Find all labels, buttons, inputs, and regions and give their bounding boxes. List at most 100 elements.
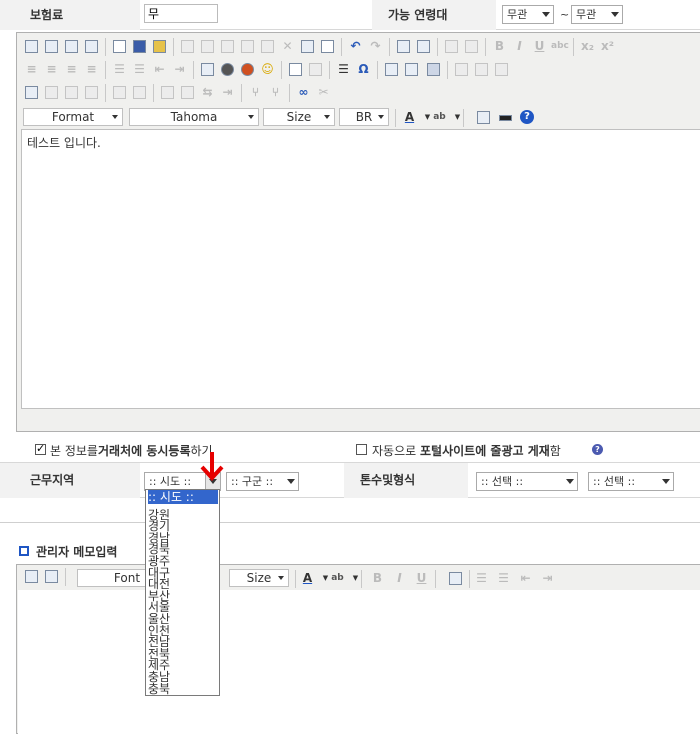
font-dropdown[interactable]: Tahoma [129, 108, 259, 126]
content-editing-area[interactable]: 테스트 입니다. [21, 129, 700, 409]
template-icon[interactable] [83, 38, 100, 55]
ordered-list-icon[interactable]: ☰ [111, 61, 128, 78]
chevron-down-icon[interactable]: ▼ [347, 570, 358, 587]
open-folder-icon[interactable] [151, 38, 168, 55]
cell-split-icon[interactable]: ⇆ [199, 84, 216, 101]
remove-format-icon[interactable] [443, 38, 460, 55]
table-edit-icon[interactable] [43, 84, 60, 101]
pay-select-2[interactable]: :: 선택 :: [588, 472, 674, 491]
form-icon[interactable] [403, 61, 420, 78]
special-char-icon[interactable]: Ω [355, 61, 372, 78]
sido-option[interactable]: 충북 [148, 682, 218, 695]
smiley-icon[interactable]: ☺ [259, 61, 276, 78]
cut-icon[interactable] [179, 38, 196, 55]
subscript-icon[interactable]: x₂ [579, 38, 596, 55]
row-delete-icon[interactable] [131, 84, 148, 101]
align-center-icon[interactable]: ≡ [43, 61, 60, 78]
new-page-icon[interactable] [111, 38, 128, 55]
help-icon[interactable]: ? [519, 109, 536, 126]
format-dropdown[interactable]: Format [23, 108, 123, 126]
table-props-icon[interactable] [473, 61, 490, 78]
media-icon[interactable] [239, 61, 256, 78]
bg-color-icon[interactable]: ab [329, 570, 346, 587]
table-cell-icon[interactable] [493, 61, 510, 78]
outdent-icon[interactable]: ⇤ [151, 61, 168, 78]
underline-icon[interactable]: U [413, 570, 430, 587]
cell-fork-icon[interactable]: ⑂ [267, 84, 284, 101]
delete-icon[interactable]: ✕ [279, 38, 296, 55]
italic-icon[interactable]: I [391, 570, 408, 587]
text-color-icon[interactable]: A [299, 570, 316, 587]
insurance-input[interactable] [144, 4, 218, 23]
copy-icon[interactable] [199, 38, 216, 55]
source-icon[interactable] [23, 38, 40, 55]
superscript-icon[interactable]: x² [599, 38, 616, 55]
chevron-down-icon[interactable]: ▼ [317, 570, 328, 587]
indent-icon[interactable]: ⇥ [539, 570, 556, 587]
gugun-select[interactable]: :: 구군 :: [226, 472, 299, 491]
paste-text-icon[interactable] [239, 38, 256, 55]
cell-merge-icon[interactable]: ⇥ [219, 84, 236, 101]
show-blocks-icon[interactable] [497, 109, 514, 126]
align-left-icon[interactable]: ≡ [23, 61, 40, 78]
memo-size-dropdown[interactable]: Size [229, 569, 289, 587]
outdent-icon[interactable]: ⇤ [517, 570, 534, 587]
table-icon[interactable] [23, 84, 40, 101]
replace-icon[interactable] [415, 38, 432, 55]
memo-editing-area[interactable] [18, 590, 700, 740]
eraser-icon[interactable] [319, 38, 336, 55]
age-from-select[interactable]: 무관 [502, 5, 554, 24]
print-icon[interactable] [63, 38, 80, 55]
ordered-list-icon[interactable]: ☰ [473, 570, 490, 587]
bg-color-icon[interactable]: ab [431, 109, 448, 126]
pay-select-1[interactable]: :: 선택 :: [476, 472, 578, 491]
sido-option[interactable]: :: 시도 :: [148, 490, 218, 504]
flash-icon[interactable] [219, 61, 236, 78]
preview-icon[interactable] [43, 38, 60, 55]
paste-word-icon[interactable] [259, 38, 276, 55]
select-all-icon[interactable] [299, 38, 316, 55]
italic-icon[interactable]: I [511, 38, 528, 55]
underline-icon[interactable]: U [531, 38, 548, 55]
table-delete-icon[interactable] [453, 61, 470, 78]
align-right-icon[interactable]: ≡ [63, 61, 80, 78]
help-icon[interactable]: ? [592, 444, 603, 455]
clear-style-icon[interactable] [463, 38, 480, 55]
link-icon[interactable]: ∞ [295, 84, 312, 101]
align-justify-icon[interactable]: ≡ [83, 61, 100, 78]
textarea-icon[interactable] [307, 61, 324, 78]
unlink-icon[interactable]: ✂ [315, 84, 332, 101]
strikethrough-icon[interactable]: abc [551, 38, 569, 55]
undo-icon[interactable]: ↶ [347, 38, 364, 55]
size-dropdown[interactable]: Size [263, 108, 335, 126]
style-dropdown[interactable]: BR [339, 108, 389, 126]
table-grid-icon[interactable] [425, 61, 442, 78]
image-icon[interactable] [199, 61, 216, 78]
bold-icon[interactable]: B [491, 38, 508, 55]
source-icon[interactable] [23, 568, 40, 585]
redo-icon[interactable]: ↷ [367, 38, 384, 55]
indent-icon[interactable]: ⇥ [171, 61, 188, 78]
chevron-down-icon[interactable]: ▼ [419, 109, 430, 126]
image-icon[interactable] [447, 570, 464, 587]
bullet-list-icon[interactable]: ☰ [131, 61, 148, 78]
age-to-select[interactable]: 무관 [571, 5, 623, 24]
cell-join-icon[interactable]: ⑂ [247, 84, 264, 101]
col-insert-icon[interactable] [159, 84, 176, 101]
portal-checkbox[interactable] [356, 444, 367, 455]
bullet-list-icon[interactable]: ☰ [495, 570, 512, 587]
div-container-icon[interactable] [383, 61, 400, 78]
text-color-icon[interactable]: A [401, 109, 418, 126]
maximize-icon[interactable] [475, 109, 492, 126]
table-row-icon[interactable] [63, 84, 80, 101]
horizontal-rule-icon[interactable]: ☰ [335, 61, 352, 78]
row-insert-icon[interactable] [111, 84, 128, 101]
table-remove-icon[interactable] [83, 84, 100, 101]
find-icon[interactable] [395, 38, 412, 55]
col-delete-icon[interactable] [179, 84, 196, 101]
save-icon[interactable] [131, 38, 148, 55]
textbox-icon[interactable] [287, 61, 304, 78]
paste-icon[interactable] [219, 38, 236, 55]
preview-icon[interactable] [43, 568, 60, 585]
chevron-down-icon[interactable]: ▼ [449, 109, 460, 126]
